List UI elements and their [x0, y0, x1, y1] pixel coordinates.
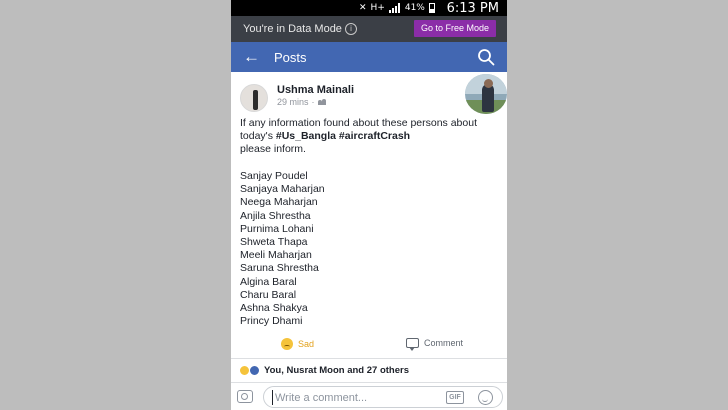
chat-head-avatar[interactable] — [463, 72, 507, 116]
sad-face-icon — [281, 338, 293, 350]
avatar[interactable] — [240, 84, 268, 112]
post-meta: 29 mins · — [277, 97, 327, 107]
comment-button[interactable]: Comment — [406, 338, 464, 351]
battery-percent: 41% — [404, 3, 425, 13]
arrow-left-icon[interactable]: ← — [243, 47, 260, 67]
meta-separator: · — [311, 97, 315, 107]
list-item: Charu Baral — [240, 288, 297, 301]
list-item: Shweta Thapa — [240, 236, 308, 249]
sad-label: Sad — [298, 339, 315, 349]
signal-icon — [388, 3, 401, 13]
post-text: If any information found about these per… — [240, 117, 500, 157]
list-item: Neega Maharjan — [240, 196, 318, 209]
data-mode-label: You're in Data Mode — [243, 23, 342, 35]
network-type: H+ — [370, 3, 385, 13]
status-bar: ✕ H+ 41% 6:13 PM — [231, 0, 507, 16]
list-item: Sanjaya Maharjan — [240, 183, 325, 196]
hashtag-aircraft-crash[interactable]: #aircraftCrash — [339, 130, 410, 142]
battery-icon — [428, 3, 435, 13]
list-item: Purnima Lohani — [240, 222, 314, 235]
reactions-text: You, Nusrat Moon and 27 others — [264, 365, 409, 376]
list-item: Ashna Shakya — [240, 302, 308, 315]
list-item: Meeli Maharjan — [240, 249, 312, 262]
free-mode-button[interactable]: Go to Free Mode — [414, 20, 496, 37]
friends-icon — [317, 98, 327, 106]
post-actions: Sad Comment — [231, 334, 507, 356]
comment-input-wrapper: GIF — [263, 386, 503, 408]
info-icon[interactable]: i — [345, 23, 357, 35]
data-mode-banner: You're in Data Mode i Go to Free Mode — [231, 16, 507, 42]
comment-input[interactable] — [272, 390, 422, 405]
post-text-post: please inform. — [240, 143, 306, 156]
camera-icon[interactable] — [237, 390, 253, 403]
hashtag-us-bangla[interactable]: #Us_Bangla — [276, 130, 336, 142]
comment-label: Comment — [424, 338, 464, 348]
divider — [231, 358, 507, 359]
like-reaction-icon — [249, 365, 260, 376]
status-icons: ✕ H+ 41% — [359, 2, 435, 14]
list-item: Anjila Shrestha — [240, 209, 311, 222]
post-time[interactable]: 29 mins — [277, 97, 309, 107]
list-item: Saruna Shrestha — [240, 262, 319, 275]
names-list: Sanjay Poudel Sanjaya Maharjan Neega Mah… — [240, 170, 325, 328]
nav-bar: ← Posts — [231, 42, 507, 72]
post-author[interactable]: Ushma Mainali — [277, 84, 354, 96]
gif-icon[interactable]: GIF — [446, 391, 464, 404]
phone-screen: ✕ H+ 41% 6:13 PM You're in Data Mode i G… — [231, 0, 507, 410]
list-item: Sanjay Poudel — [240, 170, 308, 182]
reactions-summary[interactable]: You, Nusrat Moon and 27 others — [239, 365, 409, 376]
clock: 6:13 PM — [446, 1, 499, 16]
search-icon[interactable] — [477, 48, 495, 66]
list-item: Algina Baral — [240, 275, 297, 288]
comment-icon — [406, 338, 419, 351]
comment-bar: GIF — [231, 382, 507, 410]
mute-icon: ✕ — [359, 3, 367, 13]
sad-reaction-button[interactable]: Sad — [281, 338, 314, 350]
emoji-icon[interactable] — [478, 390, 493, 405]
list-item: Princy Dhami — [240, 315, 303, 328]
page-title: Posts — [274, 50, 307, 65]
